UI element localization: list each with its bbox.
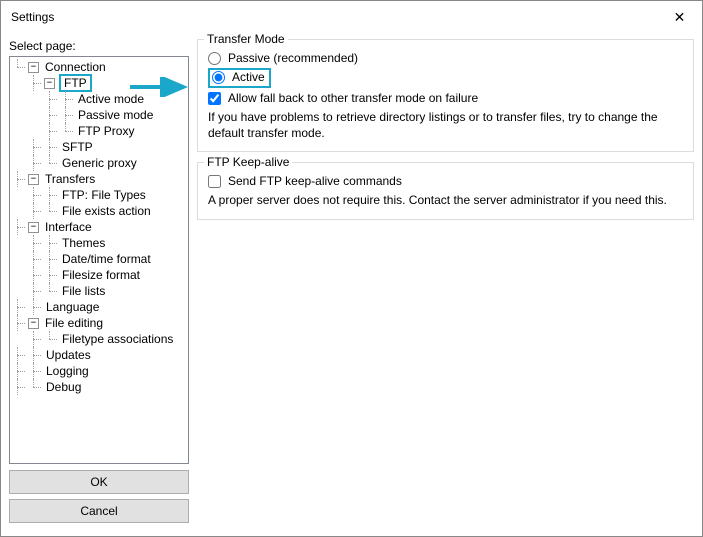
transfer-mode-group: Transfer Mode Passive (recommended) Acti…: [197, 39, 694, 152]
keepalive-checkbox[interactable]: [208, 175, 221, 188]
select-page-label: Select page:: [9, 39, 189, 53]
collapse-icon[interactable]: −: [44, 78, 55, 89]
fallback-checkbox-label: Allow fall back to other transfer mode o…: [228, 91, 478, 105]
tree-item-passive-mode[interactable]: Passive mode: [12, 107, 188, 123]
tree-item-filetype-associations[interactable]: Filetype associations: [12, 331, 188, 347]
tree-item-transfers[interactable]: − Transfers: [12, 171, 188, 187]
right-pane: Transfer Mode Passive (recommended) Acti…: [197, 39, 694, 528]
group-title: Transfer Mode: [204, 32, 288, 46]
group-title: FTP Keep-alive: [204, 155, 292, 169]
tree-item-active-mode[interactable]: Active mode: [12, 91, 188, 107]
tree-item-file-exists-action[interactable]: File exists action: [12, 203, 188, 219]
tree-item-file-lists[interactable]: File lists: [12, 283, 188, 299]
passive-radio[interactable]: [208, 52, 221, 65]
tree-item-ftp[interactable]: − FTP: [12, 75, 188, 91]
tree-item-date-time-format[interactable]: Date/time format: [12, 251, 188, 267]
left-pane: Select page: − Connection: [9, 39, 189, 528]
dialog-content: Select page: − Connection: [1, 33, 702, 536]
active-radio-label: Active: [232, 70, 265, 84]
collapse-icon[interactable]: −: [28, 174, 39, 185]
cancel-button[interactable]: Cancel: [9, 499, 189, 523]
tree-item-generic-proxy[interactable]: Generic proxy: [12, 155, 188, 171]
tree-item-themes[interactable]: Themes: [12, 235, 188, 251]
tree-item-sftp[interactable]: SFTP: [12, 139, 188, 155]
tree-item-language[interactable]: Language: [12, 299, 188, 315]
keepalive-checkbox-label: Send FTP keep-alive commands: [228, 174, 402, 188]
passive-radio-label: Passive (recommended): [228, 51, 358, 65]
fallback-check-row[interactable]: Allow fall back to other transfer mode o…: [208, 91, 683, 105]
tree-item-connection[interactable]: − Connection: [12, 59, 188, 75]
tree-item-debug[interactable]: Debug: [12, 379, 188, 395]
active-radio[interactable]: [212, 71, 225, 84]
tree-item-ftp-file-types[interactable]: FTP: File Types: [12, 187, 188, 203]
collapse-icon[interactable]: −: [28, 62, 39, 73]
tree-item-interface[interactable]: − Interface: [12, 219, 188, 235]
keep-alive-group: FTP Keep-alive Send FTP keep-alive comma…: [197, 162, 694, 219]
tree-item-file-editing[interactable]: − File editing: [12, 315, 188, 331]
keep-alive-description: A proper server does not require this. C…: [208, 192, 683, 208]
transfer-mode-description: If you have problems to retrieve directo…: [208, 109, 683, 141]
keepalive-check-row[interactable]: Send FTP keep-alive commands: [208, 174, 683, 188]
close-button[interactable]: ✕: [657, 2, 702, 32]
ok-button[interactable]: OK: [9, 470, 189, 494]
settings-tree[interactable]: − Connection − FTP: [9, 56, 189, 464]
fallback-checkbox[interactable]: [208, 92, 221, 105]
tree-item-logging[interactable]: Logging: [12, 363, 188, 379]
title-bar: Settings ✕: [1, 1, 702, 33]
tree-item-ftp-proxy[interactable]: FTP Proxy: [12, 123, 188, 139]
window-title: Settings: [11, 10, 657, 24]
passive-radio-row[interactable]: Passive (recommended): [208, 51, 683, 65]
tree-item-updates[interactable]: Updates: [12, 347, 188, 363]
tree-item-filesize-format[interactable]: Filesize format: [12, 267, 188, 283]
collapse-icon[interactable]: −: [28, 222, 39, 233]
collapse-icon[interactable]: −: [28, 318, 39, 329]
